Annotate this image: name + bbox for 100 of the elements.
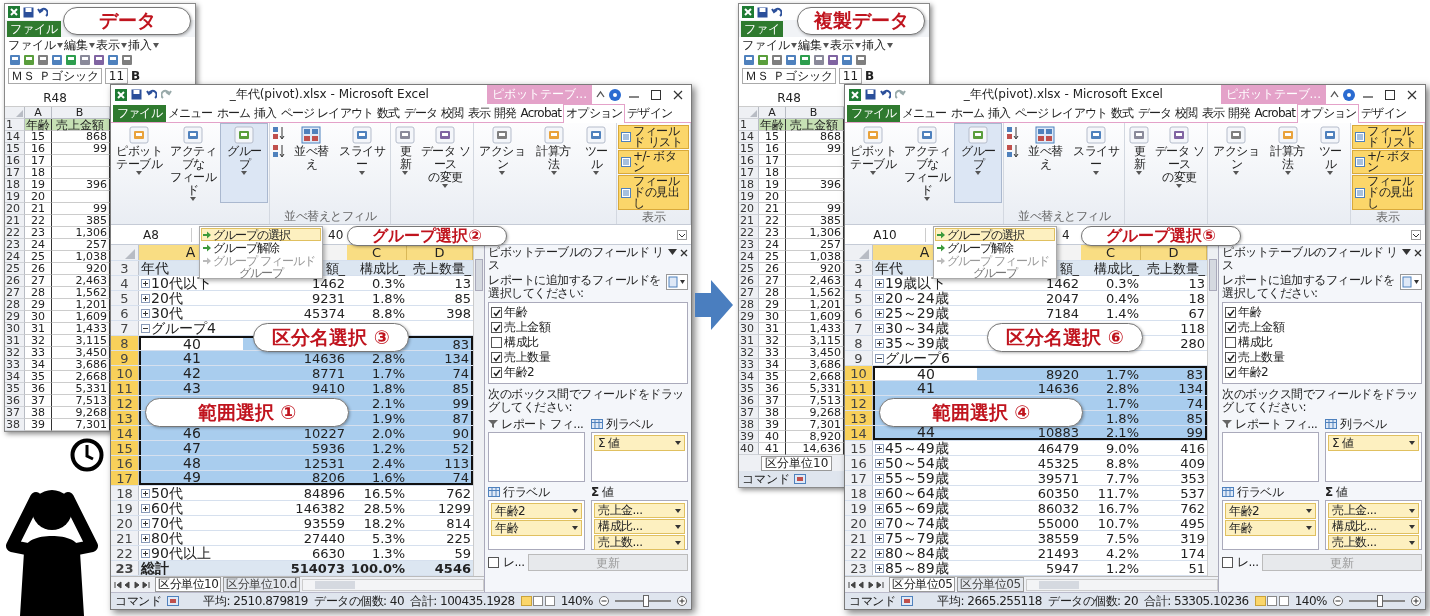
row-number[interactable]: 20 <box>111 516 139 530</box>
ribbon-button[interactable]: グループ <box>954 123 1003 203</box>
menu-item[interactable]: グループの選択 <box>935 228 1055 241</box>
ribbon-button[interactable]: ピボットテーブル <box>846 123 901 203</box>
row-number[interactable]: 29 <box>739 311 759 323</box>
ribbon-tab[interactable]: メニュー <box>165 105 215 122</box>
toggle-button[interactable]: +/- ボタン <box>618 150 689 174</box>
ribbon-tab[interactable]: 表示 <box>465 105 493 122</box>
row-number[interactable]: 4 <box>845 276 873 290</box>
row-number[interactable]: 19 <box>845 501 873 515</box>
drop-area[interactable]: Σ 値 <box>1325 432 1422 482</box>
row-number[interactable]: 29 <box>5 311 25 323</box>
checkbox-label[interactable]: レ... <box>503 554 525 571</box>
field-chip[interactable]: 売上数... <box>1328 535 1419 550</box>
row-number[interactable]: 22 <box>5 227 25 239</box>
row-number[interactable]: 5 <box>111 291 139 305</box>
column-header[interactable]: B <box>786 107 844 119</box>
field-label[interactable]: 年齢2 <box>504 364 535 381</box>
row-number[interactable]: 20 <box>845 516 873 530</box>
row-number[interactable]: 18 <box>845 486 873 500</box>
row-number[interactable]: 14 <box>111 426 139 440</box>
ribbon-button[interactable]: 計算方法 <box>529 123 578 203</box>
row-number[interactable]: 11 <box>845 381 873 395</box>
ribbon-button[interactable]: データ ソース の変更 <box>1152 123 1207 203</box>
ribbon-button[interactable]: データ ソース の変更 <box>418 123 473 203</box>
row-number[interactable]: 23 <box>5 239 25 251</box>
row-number[interactable]: 17 <box>845 471 873 485</box>
toggle-button[interactable]: フィールドの見出し <box>1352 175 1423 210</box>
ribbon-tab[interactable]: 表示 <box>1199 105 1227 122</box>
drop-area[interactable]: 売上金... 構成比... 売上数... <box>1325 500 1422 550</box>
row-number[interactable]: 31 <box>739 335 759 347</box>
row-number[interactable]: 19 <box>5 191 25 203</box>
row-number[interactable]: 15 <box>739 143 759 155</box>
sheet-tab[interactable]: 区分単位05 <box>957 577 1024 592</box>
row-number[interactable]: 37 <box>739 407 759 419</box>
row-number[interactable]: 32 <box>739 347 759 359</box>
row-number[interactable]: 10 <box>845 366 873 380</box>
field-label[interactable]: 売上金額 <box>1238 319 1284 336</box>
menu-item[interactable]: 挿入 <box>862 36 886 54</box>
row-number[interactable]: 10 <box>111 366 139 380</box>
field-label[interactable]: 年齢 <box>1238 304 1261 321</box>
row-number[interactable]: 19 <box>739 191 759 203</box>
row-number[interactable]: 25 <box>739 263 759 275</box>
ribbon-button[interactable]: 更新 <box>392 123 419 203</box>
menu-item[interactable]: ファイル <box>742 36 790 54</box>
field-chip[interactable]: 年齢 <box>491 520 582 536</box>
row-number[interactable]: 18 <box>739 179 759 191</box>
ribbon-tab[interactable]: Acrobat <box>1252 105 1298 122</box>
row-number[interactable]: 1 <box>739 119 759 131</box>
size-dropdown[interactable]: 11 <box>104 67 129 84</box>
row-number[interactable]: 20 <box>739 203 759 215</box>
ribbon-button[interactable]: スライサー <box>335 123 390 203</box>
row-number[interactable]: 38 <box>5 419 25 431</box>
name-box[interactable]: R48 <box>739 90 839 106</box>
row-number[interactable]: 21 <box>111 531 139 545</box>
row-number[interactable]: 26 <box>5 275 25 287</box>
ribbon-tab[interactable]: ファイル <box>113 105 166 122</box>
row-number[interactable]: 23 <box>739 239 759 251</box>
field-chip[interactable]: 年齢2 <box>1225 503 1316 519</box>
row-number[interactable]: 18 <box>5 179 25 191</box>
row-number[interactable]: 40 <box>739 443 759 455</box>
row-number[interactable]: 9 <box>845 351 873 365</box>
field-chip[interactable]: 構成比... <box>594 519 685 534</box>
row-number[interactable]: 23 <box>111 561 139 575</box>
row-number[interactable]: 24 <box>739 251 759 263</box>
drop-area[interactable]: 年齢2 年齢 <box>1222 500 1319 550</box>
column-header[interactable]: B <box>52 107 110 119</box>
row-number[interactable]: 32 <box>5 347 25 359</box>
column-header[interactable]: A <box>759 107 786 119</box>
row-number[interactable]: 21 <box>845 531 873 545</box>
row-number[interactable]: 24 <box>5 251 25 263</box>
menu-item[interactable]: グループの選択 <box>201 228 321 241</box>
row-number[interactable]: 15 <box>111 441 139 455</box>
row-number[interactable]: 16 <box>845 456 873 470</box>
ribbon-tab[interactable]: Acrobat <box>518 105 564 122</box>
ribbon-button[interactable]: スライサー <box>1069 123 1124 203</box>
row-number[interactable]: 15 <box>845 441 873 455</box>
ribbon-button[interactable]: アクション <box>475 123 530 203</box>
row-number[interactable]: 7 <box>845 321 873 335</box>
row-number[interactable]: 4 <box>111 276 139 290</box>
font-dropdown[interactable]: ＭＳ Ｐゴシック <box>8 67 102 84</box>
ribbon-button[interactable]: ツール <box>577 123 615 203</box>
field-chip[interactable]: 年齢 <box>1225 520 1316 536</box>
toggle-button[interactable]: フィールド リスト <box>618 125 689 149</box>
row-number[interactable]: 8 <box>845 336 873 350</box>
name-box[interactable]: A8 <box>111 227 192 242</box>
sheet-tab[interactable]: 区分単位05 <box>889 577 956 592</box>
ribbon-tab[interactable]: デザイン <box>1359 105 1408 122</box>
field-label[interactable]: 年齢2 <box>1238 364 1269 381</box>
ribbon-tab[interactable]: 開発 <box>1226 105 1253 122</box>
row-number[interactable]: 34 <box>739 371 759 383</box>
ribbon-button[interactable]: アクティブな フィールド <box>166 123 221 203</box>
row-number[interactable]: 28 <box>739 299 759 311</box>
ribbon-tab[interactable]: 数式 <box>1109 105 1136 122</box>
toggle-button[interactable]: +/- ボタン <box>1352 150 1423 174</box>
row-number[interactable]: 12 <box>845 396 873 410</box>
field-chip[interactable]: 構成比... <box>1328 519 1419 534</box>
row-number[interactable]: 6 <box>845 306 873 320</box>
row-number[interactable]: 33 <box>739 359 759 371</box>
formula-field[interactable]: 40 <box>328 227 344 242</box>
